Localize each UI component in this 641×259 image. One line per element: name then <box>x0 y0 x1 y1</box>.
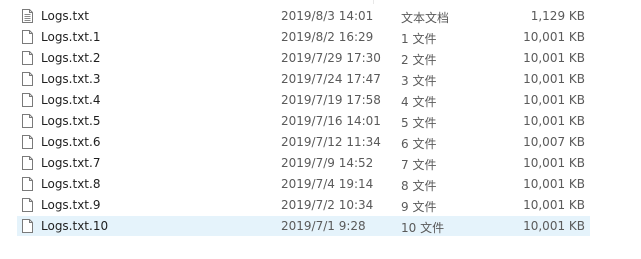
file-type: 7 文件 <box>401 158 437 172</box>
file-type: 9 文件 <box>401 200 437 214</box>
file-row[interactable]: Logs.txt.6 2019/7/12 11:34 6 文件 10,007 K… <box>17 132 590 152</box>
file-type: 5 文件 <box>401 116 437 130</box>
file-name[interactable]: Logs.txt.2 <box>41 51 100 65</box>
file-name[interactable]: Logs.txt.3 <box>41 72 100 86</box>
file-name[interactable]: Logs.txt.6 <box>41 135 100 149</box>
file-modified-date: 2019/7/12 11:34 <box>281 135 381 149</box>
file-type: 10 文件 <box>401 221 445 235</box>
file-modified-date: 2019/8/2 16:29 <box>281 30 374 44</box>
file-size: 10,001 KB <box>523 219 585 233</box>
file-modified-date: 2019/7/19 17:58 <box>281 93 381 107</box>
file-size: 10,001 KB <box>523 177 585 191</box>
blank-file-icon <box>22 219 33 233</box>
file-name[interactable]: Logs.txt.9 <box>41 198 100 212</box>
file-row[interactable]: Logs.txt 2019/8/3 14:01 文本文档 1,129 KB <box>17 6 590 26</box>
file-modified-date: 2019/7/4 19:14 <box>281 177 374 191</box>
file-type: 4 文件 <box>401 95 437 109</box>
column-divider <box>373 0 374 4</box>
file-size: 10,001 KB <box>523 51 585 65</box>
file-name[interactable]: Logs.txt.8 <box>41 177 100 191</box>
file-size: 10,001 KB <box>523 30 585 44</box>
blank-file-icon <box>22 177 33 191</box>
file-type: 文本文档 <box>401 11 450 25</box>
file-type: 2 文件 <box>401 53 437 67</box>
blank-file-icon <box>22 93 33 107</box>
file-modified-date: 2019/7/1 9:28 <box>281 219 366 233</box>
file-name[interactable]: Logs.txt.10 <box>41 219 108 233</box>
file-size: 10,001 KB <box>523 93 585 107</box>
file-modified-date: 2019/7/29 17:30 <box>281 51 381 65</box>
blank-file-icon <box>22 114 33 128</box>
file-name[interactable]: Logs.txt.7 <box>41 156 100 170</box>
blank-file-icon <box>22 51 33 65</box>
file-row[interactable]: Logs.txt.9 2019/7/2 10:34 9 文件 10,001 KB <box>17 195 590 215</box>
file-row[interactable]: Logs.txt.2 2019/7/29 17:30 2 文件 10,001 K… <box>17 48 590 68</box>
file-size: 10,001 KB <box>523 72 585 86</box>
file-row[interactable]: Logs.txt.4 2019/7/19 17:58 4 文件 10,001 K… <box>17 90 590 110</box>
file-size: 1,129 KB <box>530 9 585 23</box>
file-size: 10,001 KB <box>523 114 585 128</box>
file-modified-date: 2019/7/9 14:52 <box>281 156 374 170</box>
file-size: 10,001 KB <box>523 156 585 170</box>
file-type: 6 文件 <box>401 137 437 151</box>
file-size: 10,001 KB <box>523 198 585 212</box>
file-row[interactable]: Logs.txt.7 2019/7/9 14:52 7 文件 10,001 KB <box>17 153 590 173</box>
text-document-icon <box>22 9 33 23</box>
file-name[interactable]: Logs.txt.5 <box>41 114 100 128</box>
file-name[interactable]: Logs.txt.1 <box>41 30 100 44</box>
file-type: 8 文件 <box>401 179 437 193</box>
file-modified-date: 2019/7/16 14:01 <box>281 114 381 128</box>
blank-file-icon <box>22 135 33 149</box>
file-row[interactable]: Logs.txt.5 2019/7/16 14:01 5 文件 10,001 K… <box>17 111 590 131</box>
file-row[interactable]: Logs.txt.10 2019/7/1 9:28 10 文件 10,001 K… <box>17 216 590 236</box>
file-modified-date: 2019/8/3 14:01 <box>281 9 374 23</box>
file-modified-date: 2019/7/2 10:34 <box>281 198 374 212</box>
blank-file-icon <box>22 198 33 212</box>
file-size: 10,007 KB <box>523 135 585 149</box>
file-type: 3 文件 <box>401 74 437 88</box>
file-modified-date: 2019/7/24 17:47 <box>281 72 381 86</box>
file-list: Logs.txt 2019/8/3 14:01 文本文档 1,129 KB Lo… <box>0 0 641 259</box>
file-name[interactable]: Logs.txt.4 <box>41 93 100 107</box>
file-name[interactable]: Logs.txt <box>41 9 89 23</box>
file-type: 1 文件 <box>401 32 437 46</box>
blank-file-icon <box>22 156 33 170</box>
file-row[interactable]: Logs.txt.1 2019/8/2 16:29 1 文件 10,001 KB <box>17 27 590 47</box>
file-row[interactable]: Logs.txt.8 2019/7/4 19:14 8 文件 10,001 KB <box>17 174 590 194</box>
blank-file-icon <box>22 72 33 86</box>
blank-file-icon <box>22 30 33 44</box>
file-row[interactable]: Logs.txt.3 2019/7/24 17:47 3 文件 10,001 K… <box>17 69 590 89</box>
